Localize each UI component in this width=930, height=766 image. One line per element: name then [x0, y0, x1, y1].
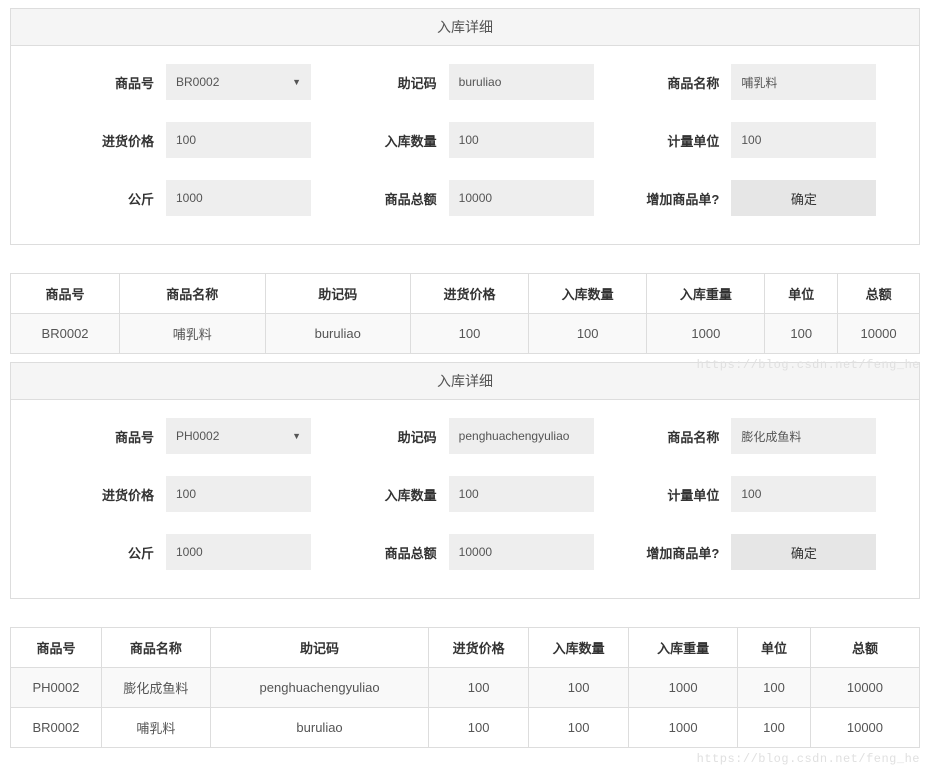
col-header: 商品名称: [120, 274, 265, 314]
in-qty-label: 入库数量: [324, 131, 449, 150]
product-name-label: 商品名称: [606, 73, 731, 92]
panel-title: 入库详细: [11, 9, 919, 46]
form-area: 商品号BR0002▼助记码商品名称进货价格入库数量计量单位公斤商品总额增加商品单…: [11, 46, 919, 244]
table-cell: 100: [529, 314, 647, 354]
table-cell: 1000: [647, 314, 765, 354]
table-cell: 100: [429, 708, 529, 748]
mnemonic-input: [449, 418, 594, 454]
mnemonic-label: 助记码: [324, 73, 449, 92]
form-area: 商品号PH0002▼助记码商品名称进货价格入库数量计量单位公斤商品总额增加商品单…: [11, 400, 919, 598]
col-header: 商品名称: [101, 628, 210, 668]
add-product-label: 增加商品单?: [606, 189, 731, 208]
col-header: 入库数量: [529, 628, 629, 668]
table-cell: buruliao: [210, 708, 428, 748]
in-qty-label: 入库数量: [324, 485, 449, 504]
col-header: 商品号: [11, 628, 102, 668]
inbound-table: 商品号商品名称助记码进货价格入库数量入库重量单位总额BR0002哺乳料burul…: [10, 273, 920, 354]
watermark: https://blog.csdn.net/feng_he: [697, 752, 920, 766]
unit-input[interactable]: [731, 122, 876, 158]
table-cell: 10000: [810, 668, 919, 708]
mnemonic-label: 助记码: [324, 427, 449, 446]
col-header: 入库数量: [529, 274, 647, 314]
unit-input[interactable]: [731, 476, 876, 512]
add-product-label: 增加商品单?: [606, 543, 731, 562]
table-cell: 哺乳料: [101, 708, 210, 748]
unit-label: 计量单位: [606, 131, 731, 150]
col-header: 进货价格: [429, 628, 529, 668]
total-label: 商品总额: [324, 543, 449, 562]
table-cell: 1000: [629, 668, 738, 708]
inbound-table-wrap: 商品号商品名称助记码进货价格入库数量入库重量单位总额PH0002膨化成鱼料pen…: [10, 627, 920, 748]
table-cell: 100: [738, 668, 811, 708]
product-no-label: 商品号: [41, 427, 166, 446]
col-header: 助记码: [265, 274, 410, 314]
product-name-input: [731, 64, 876, 100]
table-cell: 100: [738, 708, 811, 748]
table-cell: 10000: [838, 314, 920, 354]
col-header: 商品号: [11, 274, 120, 314]
mnemonic-input: [449, 64, 594, 100]
panel-title: 入库详细: [11, 363, 919, 400]
col-header: 总额: [810, 628, 919, 668]
product-no-select[interactable]: BR0002: [166, 64, 311, 100]
in-qty-input[interactable]: [449, 122, 594, 158]
purchase-price-input[interactable]: [166, 122, 311, 158]
purchase-price-label: 进货价格: [41, 131, 166, 150]
table-cell: 100: [529, 668, 629, 708]
total-label: 商品总额: [324, 189, 449, 208]
product-name-label: 商品名称: [606, 427, 731, 446]
kg-label: 公斤: [41, 189, 166, 208]
kg-label: 公斤: [41, 543, 166, 562]
table-cell: 1000: [629, 708, 738, 748]
inbound-detail-panel: 入库详细商品号BR0002▼助记码商品名称进货价格入库数量计量单位公斤商品总额增…: [10, 8, 920, 245]
in-qty-input[interactable]: [449, 476, 594, 512]
table-cell: buruliao: [265, 314, 410, 354]
col-header: 单位: [765, 274, 838, 314]
total-input: [449, 534, 594, 570]
col-header: 助记码: [210, 628, 428, 668]
inbound-detail-panel: 入库详细商品号PH0002▼助记码商品名称进货价格入库数量计量单位公斤商品总额增…: [10, 362, 920, 599]
inbound-table-wrap: 商品号商品名称助记码进货价格入库数量入库重量单位总额BR0002哺乳料burul…: [10, 273, 920, 354]
col-header: 总额: [838, 274, 920, 314]
table-cell: 膨化成鱼料: [101, 668, 210, 708]
table-cell: BR0002: [11, 314, 120, 354]
purchase-price-input[interactable]: [166, 476, 311, 512]
confirm-button[interactable]: 确定: [731, 534, 876, 570]
inbound-table: 商品号商品名称助记码进货价格入库数量入库重量单位总额PH0002膨化成鱼料pen…: [10, 627, 920, 748]
kg-input[interactable]: [166, 180, 311, 216]
product-no-select[interactable]: PH0002: [166, 418, 311, 454]
kg-input[interactable]: [166, 534, 311, 570]
confirm-button[interactable]: 确定: [731, 180, 876, 216]
table-cell: 100: [529, 708, 629, 748]
table-cell: penghuachengyuliao: [210, 668, 428, 708]
table-row: PH0002膨化成鱼料penghuachengyuliao10010010001…: [11, 668, 920, 708]
table-cell: BR0002: [11, 708, 102, 748]
product-name-input: [731, 418, 876, 454]
product-no-label: 商品号: [41, 73, 166, 92]
table-cell: 100: [410, 314, 528, 354]
table-cell: 100: [765, 314, 838, 354]
col-header: 单位: [738, 628, 811, 668]
table-cell: 哺乳料: [120, 314, 265, 354]
table-row: BR0002哺乳料buruliao100100100010010000: [11, 314, 920, 354]
purchase-price-label: 进货价格: [41, 485, 166, 504]
table-row: BR0002哺乳料buruliao100100100010010000: [11, 708, 920, 748]
unit-label: 计量单位: [606, 485, 731, 504]
table-cell: 100: [429, 668, 529, 708]
table-cell: PH0002: [11, 668, 102, 708]
col-header: 入库重量: [629, 628, 738, 668]
col-header: 入库重量: [647, 274, 765, 314]
table-cell: 10000: [810, 708, 919, 748]
total-input: [449, 180, 594, 216]
col-header: 进货价格: [410, 274, 528, 314]
